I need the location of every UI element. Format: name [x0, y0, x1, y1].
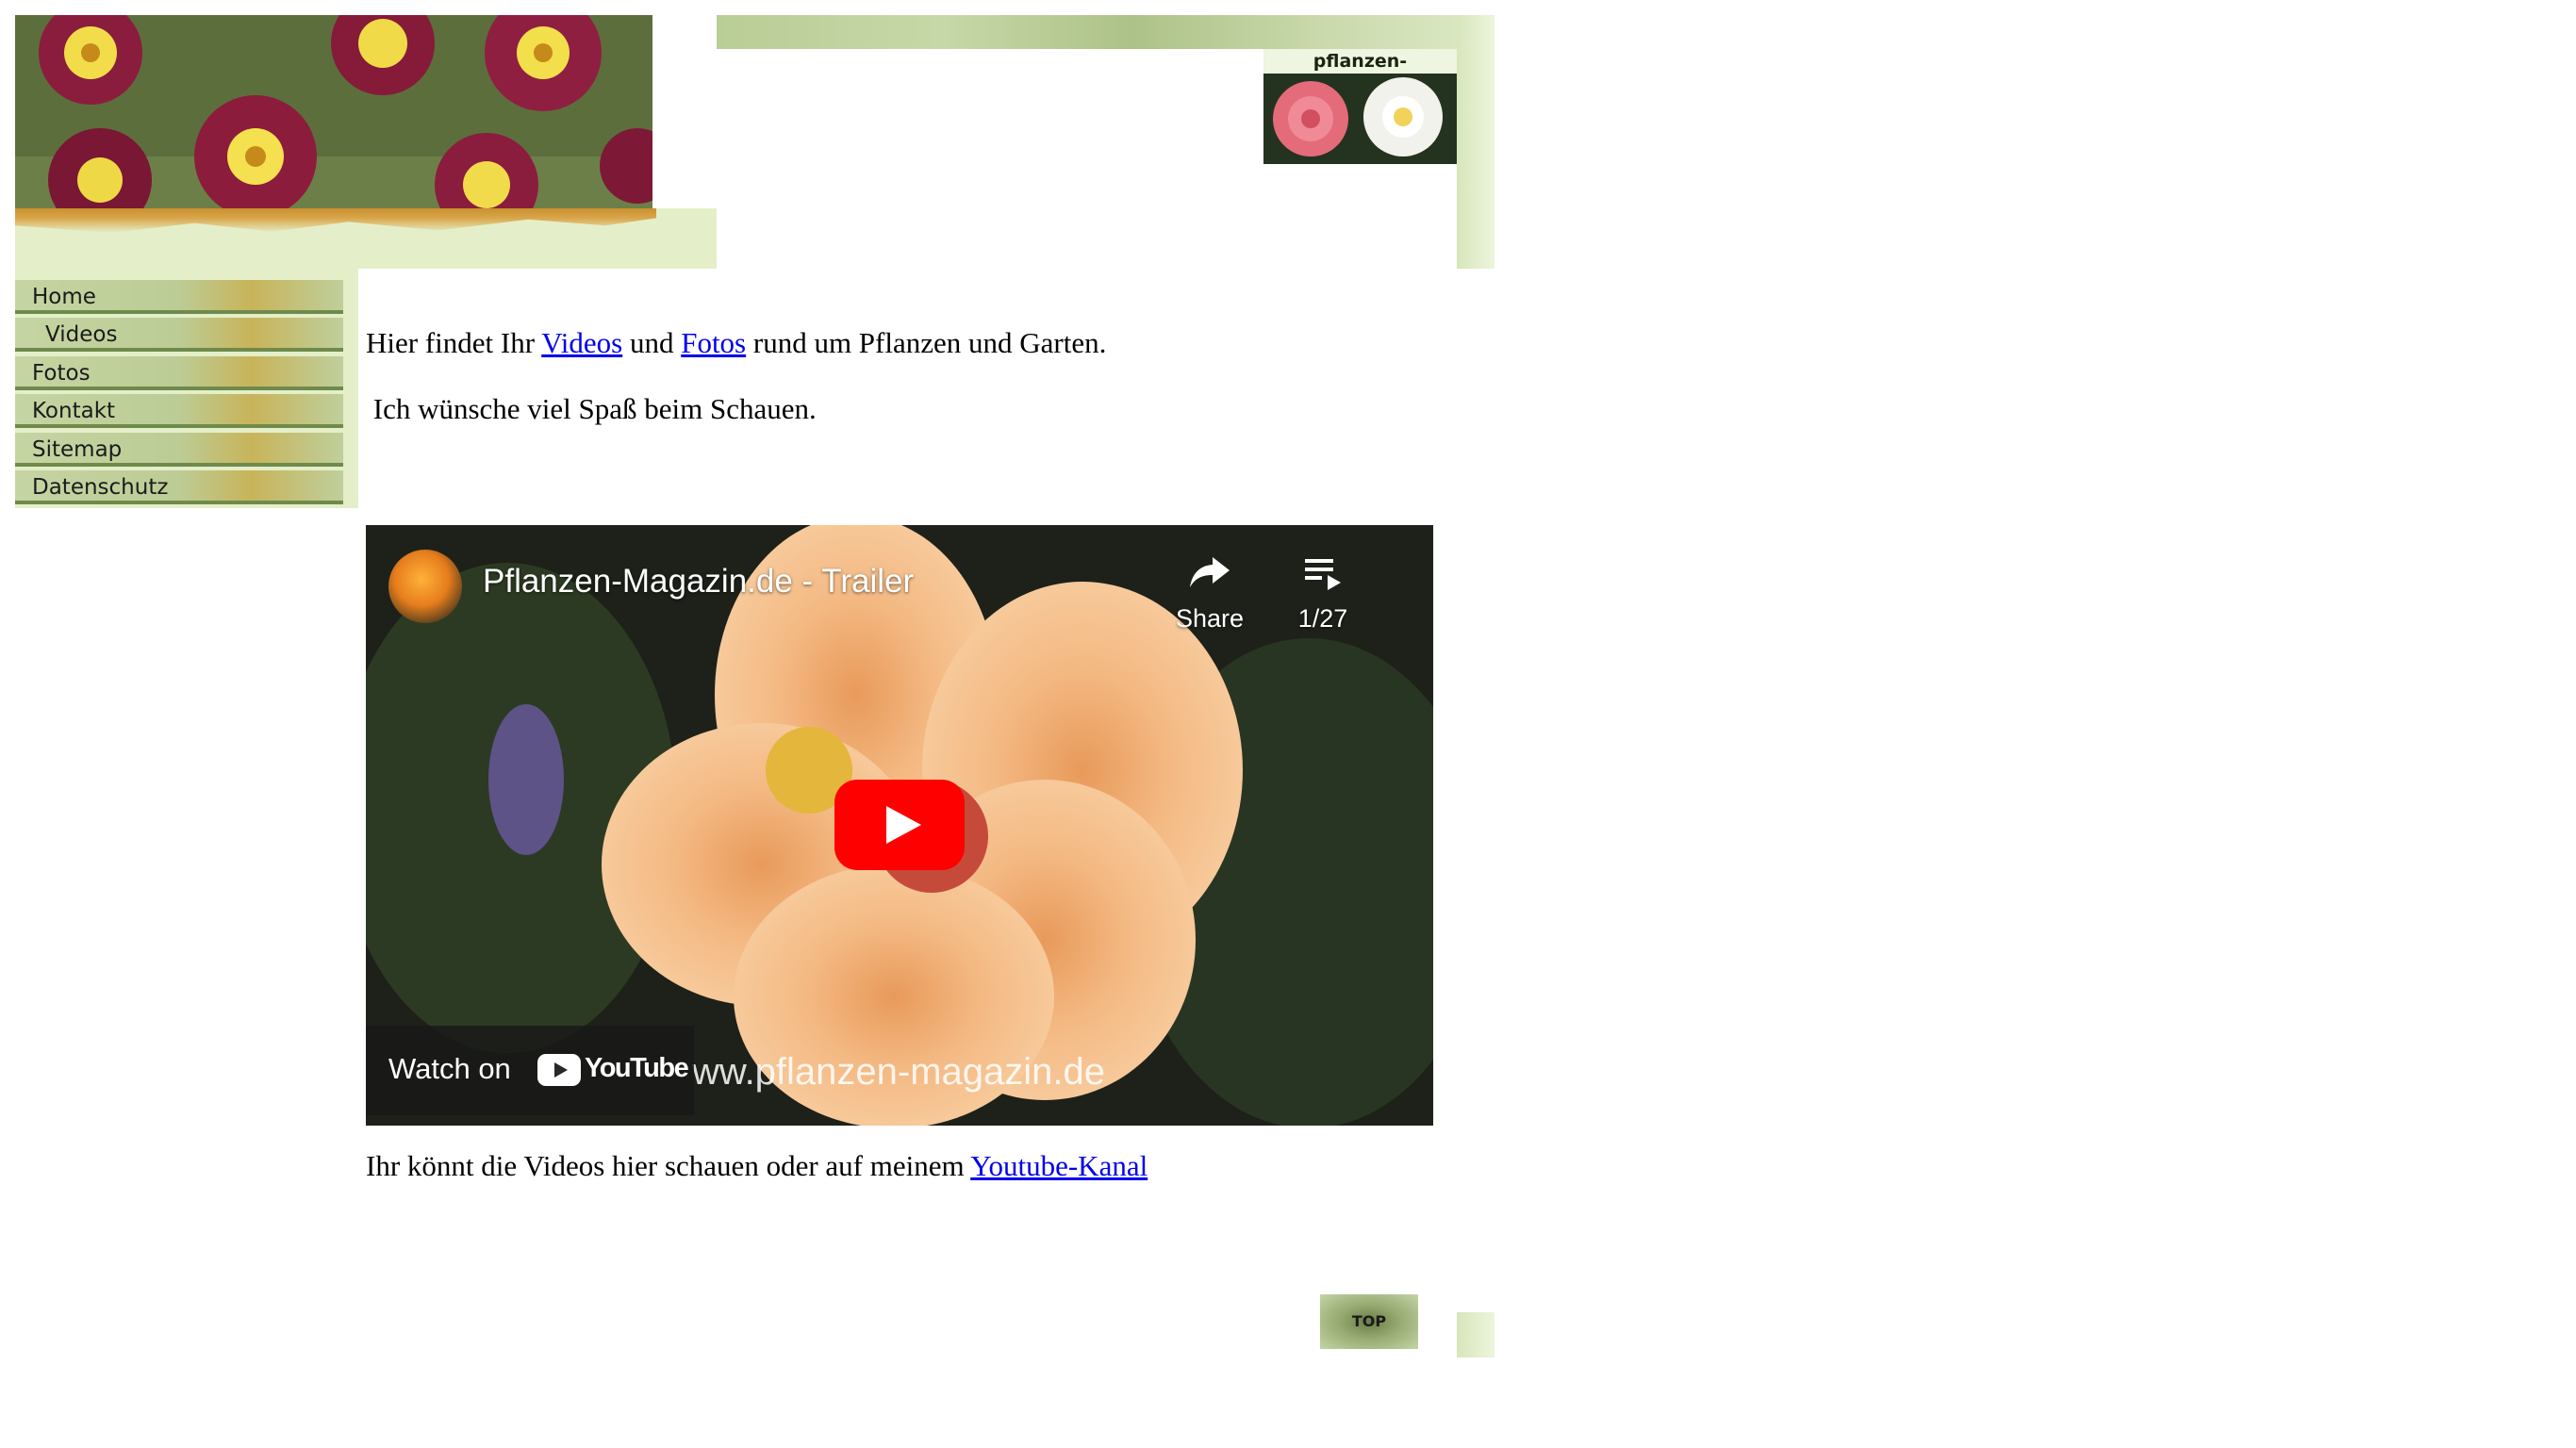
nav-item-sitemap[interactable]: Sitemap [15, 433, 343, 467]
sidebar-nav: Home Videos Fotos Kontakt Sitemap Datens… [15, 269, 358, 508]
footer-band-right [1457, 1312, 1494, 1358]
page: pflanzen-magazin.de Home Videos Fotos Ko… [0, 0, 2576, 1448]
nav-item-datenschutz[interactable]: Datenschutz [15, 470, 343, 504]
site-logo[interactable]: pflanzen-magazin.de [1263, 49, 1457, 164]
header-band-right [1457, 15, 1494, 269]
intro-text-and: und [622, 326, 682, 359]
video-title[interactable]: Pflanzen-Magazin.de - Trailer [483, 563, 914, 601]
back-to-top-button[interactable]: TOP [1320, 1294, 1418, 1349]
youtube-logo-text: YouTube [585, 1053, 689, 1083]
share-button[interactable]: Share [1165, 550, 1254, 634]
nav-item-videos[interactable]: Videos [15, 318, 343, 352]
youtube-logo: YouTube [537, 1053, 689, 1086]
playlist-position: 1/27 [1297, 604, 1348, 633]
outro-text-before: Ihr könnt die Videos hier schauen oder a… [366, 1149, 971, 1182]
playlist-button[interactable]: 1/27 [1279, 550, 1367, 634]
site-logo-text: pflanzen-magazin.de [1302, 51, 1419, 96]
top-label: TOP [1351, 1312, 1387, 1330]
play-icon [834, 780, 965, 870]
youtube-video-embed[interactable]: Pflanzen-Magazin.de - Trailer Share 1/27… [366, 525, 1433, 1126]
youtube-play-icon [537, 1054, 581, 1086]
header-band-left [15, 208, 717, 269]
videos-link[interactable]: Videos [541, 326, 622, 359]
share-label: Share [1175, 604, 1245, 633]
playlist-icon [1305, 559, 1341, 590]
youtube-channel-link[interactable]: Youtube-Kanal [970, 1149, 1148, 1182]
outro-paragraph: Ihr könnt die Videos hier schauen oder a… [366, 1149, 1148, 1183]
video-watermark: ww.pflanzen-magazin.de [692, 1051, 1106, 1093]
intro-paragraph: Hier findet Ihr Videos und Fotos rund um… [366, 326, 1106, 360]
nav-item-fotos[interactable]: Fotos [15, 356, 343, 390]
channel-avatar[interactable] [388, 550, 462, 623]
watch-on-label: Watch on [388, 1052, 511, 1085]
watch-on-youtube-button[interactable]: Watch on YouTube [366, 1026, 694, 1115]
intro-text-after: rund um Pflanzen und Garten. [746, 326, 1107, 359]
header-flower-image [15, 15, 652, 208]
share-icon [1190, 557, 1230, 587]
nav-item-home[interactable]: Home [15, 280, 343, 314]
fotos-link[interactable]: Fotos [681, 326, 746, 359]
play-button[interactable] [834, 780, 965, 870]
logo-roses-image [1263, 74, 1457, 164]
nav-item-kontakt[interactable]: Kontakt [15, 394, 343, 428]
header-band-top [717, 15, 1471, 49]
greeting-text: Ich wünsche viel Spaß beim Schauen. [366, 392, 817, 425]
intro-text-before: Hier findet Ihr [366, 326, 542, 359]
